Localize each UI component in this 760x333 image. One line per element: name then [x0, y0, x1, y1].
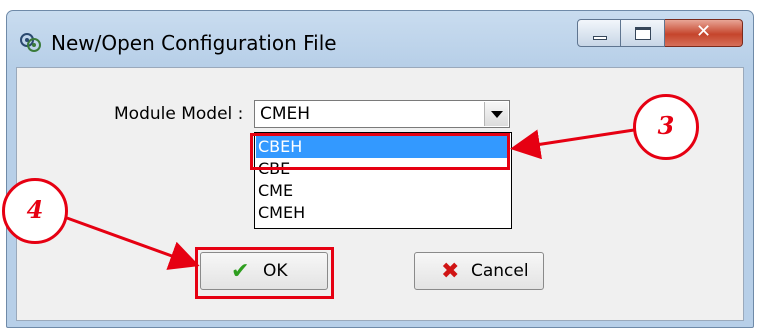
step-3-arrow: [510, 128, 635, 160]
annotation-arrows: [66, 128, 635, 270]
step-4-arrow: [66, 216, 200, 270]
